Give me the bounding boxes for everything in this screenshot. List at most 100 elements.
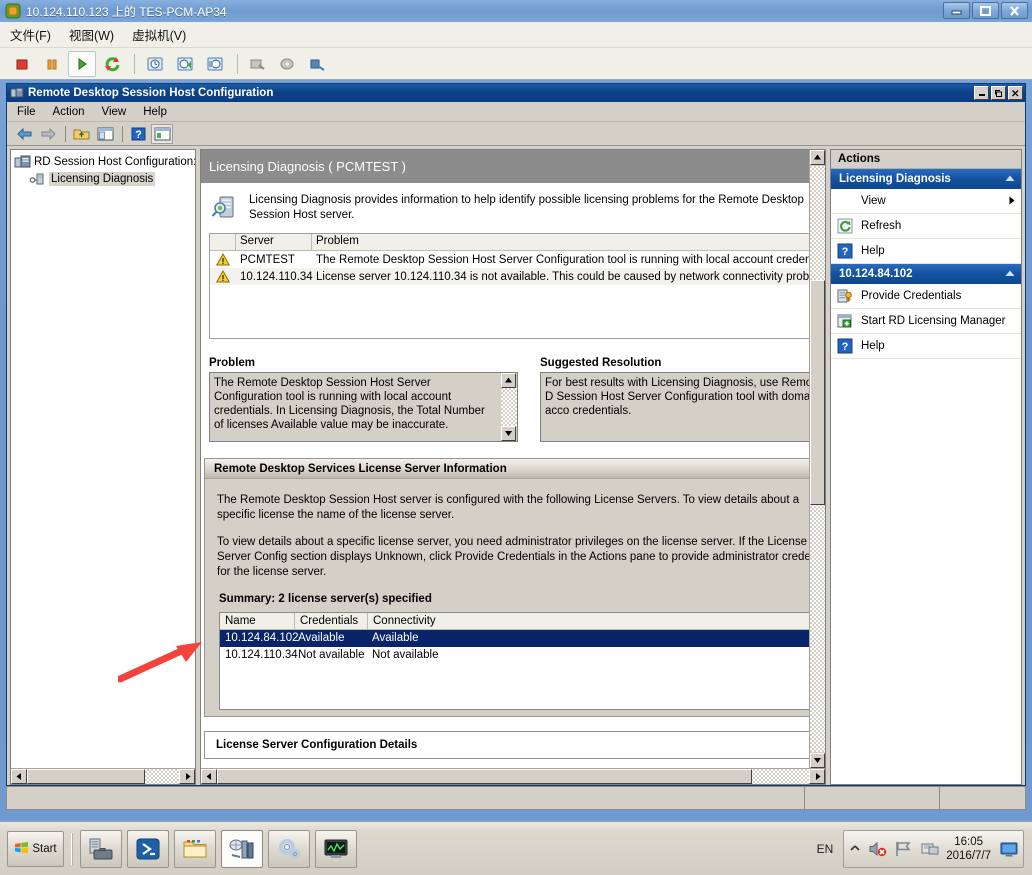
scroll-up-arrow-icon[interactable] [810,150,825,165]
server-manager-icon[interactable] [80,829,122,868]
action-center-icon[interactable] [920,840,939,858]
power-off-icon[interactable] [8,51,36,77]
snapshot-manager-icon[interactable] [201,51,229,77]
mmc-menu-action[interactable]: Action [53,106,85,118]
summary-line: Summary: 2 license server(s) specified [219,593,432,605]
problem-scrollbar[interactable] [501,373,517,441]
file-explorer-icon[interactable] [174,829,216,868]
license-server-configuration-details-section[interactable]: License Server Configuration Details [204,731,809,759]
problem-text: The Remote Desktop Session Host Server C… [214,377,485,431]
powershell-icon[interactable] [127,829,169,868]
scroll-up-arrow-icon[interactable] [501,373,516,388]
action-refresh[interactable]: Refresh [831,214,1021,239]
cell-connectivity: Not available [372,649,439,661]
attach-cd-icon[interactable] [274,51,302,77]
action-provide-credentials[interactable]: Provide Credentials [831,284,1021,309]
snapshot-revert-icon[interactable] [171,51,199,77]
table-row[interactable]: 10.124.110.34 Not available Not availabl… [220,647,809,664]
up-folder-icon[interactable] [70,124,92,144]
tree-pane: RD Session Host Configuration: Licensing… [10,149,196,785]
scroll-right-arrow-icon[interactable] [809,769,825,784]
problem-list[interactable]: Server Problem PCMTEST The Remote Deskto… [209,233,809,339]
chevron-up-icon[interactable] [1005,173,1015,185]
cell-name: 10.124.110.34 [225,649,298,661]
scroll-track[interactable] [27,769,179,784]
close-icon[interactable] [1001,2,1028,19]
vm-menubar: 文件(F) 视图(W) 虚拟机(V) [0,22,1032,48]
clock[interactable]: 16:05 2016/7/7 [946,835,991,863]
action-view[interactable]: View [831,189,1021,214]
scroll-left-arrow-icon[interactable] [201,769,217,784]
rdsh-config-icon[interactable] [221,829,263,868]
tree-horizontal-scrollbar[interactable] [11,768,195,784]
scroll-right-arrow-icon[interactable] [179,769,195,784]
forward-arrow-icon[interactable] [37,124,59,144]
mmc-menu-file[interactable]: File [17,106,36,118]
menu-view[interactable]: 视图(W) [69,25,114,44]
tray-language[interactable]: EN [807,842,844,856]
mmc-menu-help[interactable]: Help [143,106,167,118]
restore-icon[interactable] [991,86,1006,100]
chevron-up-icon[interactable] [1005,268,1015,280]
scroll-down-arrow-icon[interactable] [501,426,516,441]
task-manager-icon[interactable] [315,829,357,868]
volume-muted-icon[interactable] [868,840,887,858]
reset-icon[interactable] [98,51,126,77]
problem-col-server[interactable]: Server [236,234,312,250]
help-icon[interactable]: ? [127,124,149,144]
tree-root-label: RD Session Host Configuration: [34,155,196,168]
menu-file[interactable]: 文件(F) [10,25,51,44]
chevron-up-icon[interactable] [850,842,860,856]
col-name[interactable]: Name [220,613,295,629]
actions-group-license-server[interactable]: 10.124.84.102 [831,264,1021,284]
col-credentials[interactable]: Credentials [295,613,368,629]
col-connectivity[interactable]: Connectivity [368,613,809,629]
table-row[interactable]: 10.124.110.34 License server 10.124.110.… [210,268,809,285]
action-start-rd-licensing-manager[interactable]: Start RD Licensing Manager [831,309,1021,334]
minimize-icon[interactable] [974,86,989,100]
mmc-toolbar-separator-2 [122,125,123,142]
action-help-1[interactable]: ? Help [831,239,1021,264]
center-vertical-scrollbar[interactable] [809,150,825,768]
scroll-thumb[interactable] [217,769,752,784]
table-row[interactable]: PCMTEST The Remote Desktop Session Host … [210,251,809,268]
cell-name: 10.124.84.102 [225,632,299,644]
tree-root-item[interactable]: RD Session Host Configuration: [14,153,195,170]
back-arrow-icon[interactable] [13,124,35,144]
show-desktop-icon[interactable] [999,840,1018,858]
resolution-textbox[interactable]: For best results with Licensing Diagnosi… [540,372,809,442]
power-on-icon[interactable] [68,50,96,77]
mmc-menu-view[interactable]: View [102,106,127,118]
problem-col-icon[interactable] [210,234,236,250]
actions-group-licensing-diagnosis[interactable]: Licensing Diagnosis [831,169,1021,189]
usb-devices-icon[interactable] [304,51,332,77]
snapshot-take-icon[interactable] [141,51,169,77]
license-server-table[interactable]: Name Credentials Connectivity 10.124.84.… [219,612,809,710]
status-segment-3 [940,787,1025,809]
row-server: PCMTEST [240,253,295,266]
center-horizontal-scrollbar[interactable] [201,768,825,784]
maximize-icon[interactable] [972,2,999,19]
minimize-icon[interactable] [943,2,970,19]
scroll-left-arrow-icon[interactable] [11,769,27,784]
network-flag-icon[interactable] [894,840,912,858]
show-action-pane-icon[interactable] [151,123,173,144]
problem-textbox[interactable]: The Remote Desktop Session Host Server C… [209,372,518,442]
scroll-down-arrow-icon[interactable] [810,753,825,768]
sidebar-item-licensing-diagnosis[interactable]: Licensing Diagnosis [14,170,195,187]
close-icon[interactable] [1008,86,1023,100]
action-help-2[interactable]: ? Help [831,334,1021,359]
start-button[interactable]: Start [7,830,64,867]
scroll-thumb[interactable] [27,769,145,784]
scroll-thumb[interactable] [810,280,825,505]
show-hide-tree-icon[interactable] [94,124,116,144]
scroll-track[interactable] [217,769,809,784]
attach-floppy-icon[interactable] [244,51,272,77]
settings-gears-icon[interactable] [268,829,310,868]
problem-col-problem[interactable]: Problem [312,234,809,250]
table-row[interactable]: 10.124.84.102 Available Available [220,630,809,647]
menu-vm[interactable]: 虚拟机(V) [132,25,186,44]
suspend-icon[interactable] [38,51,66,77]
actions-group-label: Licensing Diagnosis [839,173,951,185]
scroll-track[interactable] [501,388,517,426]
